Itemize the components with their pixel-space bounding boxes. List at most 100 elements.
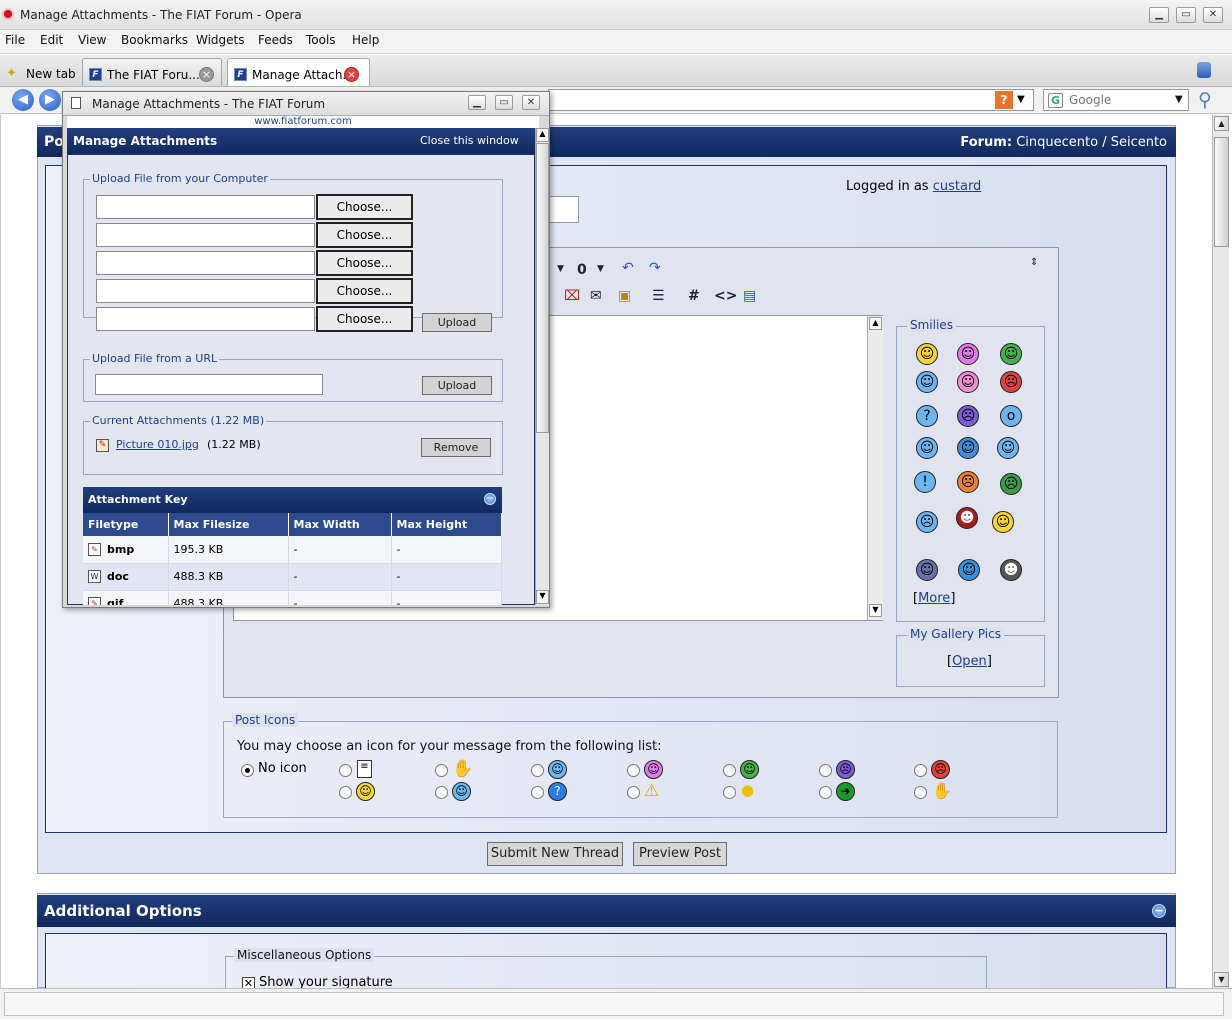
url-field[interactable]: ? ▼: [548, 89, 1034, 111]
frown-icon[interactable]: ☹: [957, 405, 979, 427]
close-window-link[interactable]: Close this window: [420, 134, 519, 147]
sign-icon[interactable]: !: [914, 471, 936, 493]
gallery-open-label[interactable]: Open: [952, 654, 987, 669]
post-icon-radio[interactable]: [723, 764, 736, 777]
gallery-open-link[interactable]: [Open]: [947, 654, 992, 669]
wink-icon[interactable]: ☺: [916, 371, 938, 393]
resize-editor-icon[interactable]: ⇕: [1030, 257, 1038, 268]
dropdown-arrow-icon[interactable]: ▼: [557, 264, 564, 274]
thumbs-up-icon[interactable]: ☺: [997, 437, 1019, 459]
post-icon-radio[interactable]: [339, 764, 352, 777]
forward-icon[interactable]: ▶: [39, 89, 61, 111]
rolleyes-icon[interactable]: ☺: [957, 437, 979, 459]
popup-close-icon[interactable]: ✕: [522, 95, 540, 110]
choose-file-button[interactable]: Choose...: [316, 306, 413, 332]
submit-thread-button[interactable]: Submit New Thread: [487, 842, 623, 866]
menu-feeds[interactable]: Feeds: [258, 33, 293, 47]
scroll-down-icon[interactable]: ▼: [869, 604, 882, 617]
scroll-up-icon[interactable]: ▲: [869, 317, 882, 330]
upload-url-button[interactable]: Upload: [422, 376, 492, 395]
choose-file-button[interactable]: Choose...: [316, 250, 413, 276]
undo-icon[interactable]: ↶: [622, 260, 634, 276]
grin-icon[interactable]: ☺: [1000, 343, 1022, 365]
back-icon[interactable]: ◀: [12, 89, 34, 111]
file-input[interactable]: [96, 251, 315, 275]
post-icon-radio[interactable]: [435, 786, 448, 799]
wrap-php-icon[interactable]: ▤: [743, 288, 756, 304]
choose-file-button[interactable]: Choose...: [316, 222, 413, 248]
search-dropdown-icon[interactable]: ▼: [1175, 94, 1183, 105]
choose-file-button[interactable]: Choose...: [316, 278, 413, 304]
ninja-icon[interactable]: ☺: [958, 559, 980, 581]
scroll-down-icon[interactable]: ▼: [1214, 972, 1229, 987]
preview-post-button[interactable]: Preview Post: [633, 842, 727, 866]
insert-image-icon[interactable]: ▣: [618, 288, 631, 304]
menu-help[interactable]: Help: [352, 33, 379, 47]
eek-icon[interactable]: o: [1000, 405, 1022, 427]
post-icon-radio[interactable]: [435, 764, 448, 777]
page-scrollbar[interactable]: ▲ ▼: [1212, 115, 1229, 988]
post-icon-radio[interactable]: [819, 764, 832, 777]
thread-title-input[interactable]: [546, 196, 579, 223]
cry-icon[interactable]: ☹: [916, 511, 938, 533]
post-icon-radio[interactable]: [914, 786, 927, 799]
security-info-icon[interactable]: ?: [995, 91, 1013, 109]
file-input[interactable]: [96, 195, 315, 219]
shades-icon[interactable]: ☻: [1000, 559, 1022, 581]
tab-close-icon[interactable]: ×: [199, 67, 214, 82]
remove-link-icon[interactable]: ⌧: [564, 288, 580, 304]
post-icon-radio[interactable]: [627, 764, 640, 777]
menu-edit[interactable]: Edit: [40, 33, 63, 47]
redo-icon[interactable]: ↷: [649, 260, 661, 276]
scroll-thumb[interactable]: [536, 143, 549, 433]
popup-maximize-icon[interactable]: ▭: [495, 95, 513, 110]
post-icon-radio[interactable]: [339, 786, 352, 799]
scroll-up-icon[interactable]: ▲: [1214, 116, 1229, 131]
more-smilies-link[interactable]: [More]: [913, 591, 955, 606]
url-dropdown-icon[interactable]: ▼: [1017, 94, 1025, 105]
no-icon-radio[interactable]: [241, 764, 254, 777]
post-icon-radio[interactable]: [819, 786, 832, 799]
tongue-icon[interactable]: ☺: [957, 371, 979, 393]
wrap-html-icon[interactable]: <>: [714, 288, 737, 304]
maximize-icon[interactable]: ▭: [1176, 7, 1196, 23]
collapse-icon[interactable]: −: [484, 493, 496, 505]
menu-view[interactable]: View: [78, 33, 106, 47]
collapse-icon[interactable]: −: [1152, 904, 1166, 918]
post-icon-radio[interactable]: [531, 786, 544, 799]
search-icon[interactable]: ⚲: [1198, 89, 1222, 111]
mad-icon[interactable]: ☹: [1000, 371, 1022, 393]
upload-url-input[interactable]: [95, 374, 323, 395]
sick-icon[interactable]: ☹: [1000, 473, 1022, 495]
cool-icon[interactable]: ☺: [916, 437, 938, 459]
post-icon-radio[interactable]: [914, 764, 927, 777]
scroll-up-icon[interactable]: ▲: [536, 128, 549, 142]
upload-computer-button[interactable]: Upload: [422, 313, 492, 332]
slap-icon[interactable]: ☺: [916, 559, 938, 581]
tab-manage-attachments[interactable]: F Manage Attach... ×: [227, 58, 370, 86]
file-input[interactable]: [96, 307, 315, 331]
username-link[interactable]: custard: [933, 179, 982, 194]
tab-menu-icon[interactable]: [1197, 62, 1211, 78]
menu-widgets[interactable]: Widgets: [196, 33, 245, 47]
smoke-icon[interactable]: ☺: [992, 511, 1014, 533]
menu-tools[interactable]: Tools: [306, 33, 336, 47]
menu-file[interactable]: File: [5, 33, 25, 47]
scroll-down-icon[interactable]: ▼: [536, 590, 549, 604]
file-input[interactable]: [96, 279, 315, 303]
google-icon[interactable]: G: [1048, 93, 1063, 108]
scroll-thumb[interactable]: [1214, 137, 1229, 247]
search-field[interactable]: G Google ▼: [1043, 89, 1189, 111]
minimize-icon[interactable]: ▁: [1149, 7, 1169, 23]
more-smilies-label[interactable]: More: [918, 591, 950, 606]
tab-fiat-forum[interactable]: F The FIAT Foru... ×: [82, 58, 222, 86]
popup-minimize-icon[interactable]: ▁: [468, 95, 486, 110]
textarea-scrollbar[interactable]: ▲ ▼: [867, 316, 883, 620]
post-icon-radio[interactable]: [627, 786, 640, 799]
dropdown-arrow-icon[interactable]: ▼: [597, 264, 604, 274]
choose-file-button[interactable]: Choose...: [316, 194, 413, 220]
insert-email-icon[interactable]: ✉: [590, 288, 602, 304]
wall-icon[interactable]: ☹: [957, 471, 979, 493]
devil-icon[interactable]: ☻: [956, 507, 978, 529]
popup-scrollbar[interactable]: ▲ ▼: [535, 128, 549, 605]
